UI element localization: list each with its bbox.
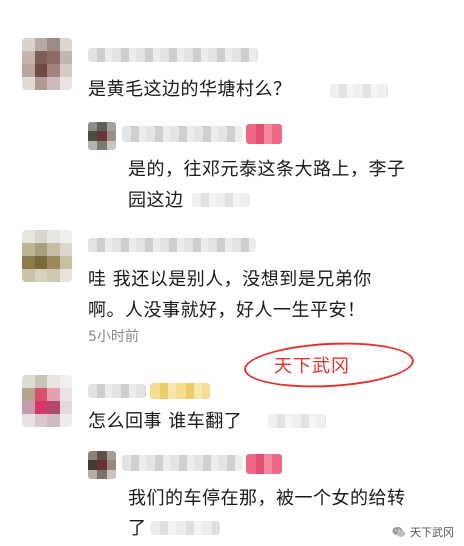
reply-text: 了	[128, 518, 147, 539]
comment-text: 怎么回事 谁车翻了	[88, 411, 243, 432]
watermark: 天下武冈	[392, 524, 454, 540]
username-blurred[interactable]	[88, 48, 258, 62]
reply-username-blurred[interactable]	[122, 126, 242, 142]
stamp-label: 天下武冈	[274, 356, 350, 377]
wechat-icon	[392, 527, 406, 537]
comment-text: 哇 我还以是别人，没想到是兄弟你	[88, 269, 372, 290]
reply-text: 是的，往邓元泰这条大路上，李子	[128, 159, 406, 180]
username-blurred[interactable]	[88, 238, 256, 252]
reply-username-blurred[interactable]	[122, 455, 242, 471]
comment-time-blurred	[330, 84, 388, 98]
comment-text: 是黄毛这边的华塘村么？	[88, 79, 292, 100]
level-badge	[150, 383, 210, 399]
comment-text: 啊。人没事就好，好人一生平安！	[88, 300, 366, 321]
avatar[interactable]	[22, 375, 72, 427]
comment-time-blurred	[268, 414, 326, 428]
avatar[interactable]	[22, 230, 72, 282]
reply-text: 园这边	[128, 190, 184, 211]
avatar[interactable]	[22, 38, 72, 90]
author-badge	[246, 454, 282, 474]
reply-time-blurred	[192, 193, 250, 207]
username-blurred[interactable]	[88, 384, 146, 398]
watermark-label: 天下武冈	[410, 526, 454, 539]
author-badge	[246, 124, 282, 144]
reply-avatar[interactable]	[88, 122, 116, 150]
reply-time-blurred	[150, 521, 220, 535]
reply-avatar[interactable]	[88, 451, 116, 479]
reply-text: 我们的车停在那，被一个女的给转	[128, 488, 406, 509]
comment-time: 5小时前	[88, 329, 139, 345]
